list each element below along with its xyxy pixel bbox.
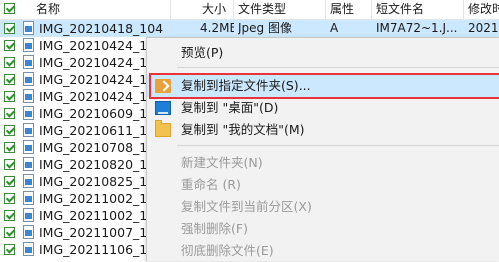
menu-item-force-delete[interactable]: 强制删除(F): [147, 218, 499, 240]
row-checkbox[interactable]: [4, 159, 15, 170]
column-name[interactable]: 名称: [36, 0, 196, 19]
context-menu: 预览(P) 复制到指定文件夹(S)... 复制到 "桌面"(D) 复制到 "我的…: [146, 37, 499, 261]
row-checkbox[interactable]: [4, 108, 15, 119]
menu-item-permanent-delete[interactable]: 彻底删除文件(E): [147, 240, 499, 262]
image-file-icon: [23, 38, 34, 52]
row-checkbox[interactable]: [4, 74, 15, 85]
menu-item-copy-to-documents[interactable]: 复制到 "我的文档"(M): [147, 119, 499, 141]
file-row[interactable]: IMG_20210418_104... 4.2MB Jpeg 图像 A IM7A…: [0, 20, 499, 37]
image-file-icon: [23, 174, 34, 188]
row-checkbox[interactable]: [4, 244, 15, 255]
column-size[interactable]: 大小: [202, 0, 232, 19]
menu-item-label: 彻底删除文件(E): [181, 243, 274, 258]
image-file-icon: [23, 225, 34, 239]
menu-item-label: 复制文件到当前分区(X): [181, 199, 312, 214]
file-attr: A: [330, 21, 339, 35]
menu-item-label: 复制到 "我的文档"(M): [181, 122, 305, 137]
row-checkbox[interactable]: [4, 193, 15, 204]
column-divider[interactable]: [463, 0, 464, 19]
file-modified: 2021: [468, 21, 499, 35]
row-checkbox[interactable]: [4, 142, 15, 153]
image-file-icon: [23, 208, 34, 222]
menu-separator: [177, 145, 499, 146]
column-modified[interactable]: 修改时: [468, 0, 499, 19]
column-type[interactable]: 文件类型: [238, 0, 324, 19]
menu-item-label: 复制到 "桌面"(D): [181, 100, 279, 115]
image-file-icon: [23, 21, 34, 35]
folder-icon: [155, 120, 171, 137]
image-file-icon: [23, 123, 34, 137]
column-divider[interactable]: [371, 0, 372, 19]
image-file-icon: [23, 55, 34, 69]
file-short-name: IM7A72~1.J...: [376, 21, 458, 35]
file-size: 4.2MB: [200, 21, 234, 35]
menu-item-preview[interactable]: 预览(P): [147, 42, 499, 64]
menu-item-label: 强制删除(F): [181, 221, 248, 236]
row-checkbox[interactable]: [4, 91, 15, 102]
image-file-icon: [23, 191, 34, 205]
menu-item-copy-to-partition[interactable]: 复制文件到当前分区(X): [147, 196, 499, 218]
file-name: IMG_20210418_104...: [39, 21, 164, 36]
menu-item-copy-to-desktop[interactable]: 复制到 "桌面"(D): [147, 97, 499, 119]
menu-item-label: 新建文件夹(N): [181, 155, 263, 170]
column-divider[interactable]: [325, 0, 326, 19]
row-checkbox[interactable]: [4, 210, 15, 221]
image-file-icon: [23, 242, 34, 256]
file-type: Jpeg 图像: [238, 21, 292, 35]
image-file-icon: [23, 72, 34, 86]
select-all-checkbox[interactable]: [4, 3, 15, 14]
menu-item-label: 预览(P): [181, 45, 224, 60]
image-file-icon: [23, 157, 34, 171]
row-checkbox[interactable]: [4, 227, 15, 238]
highlight-annotation-box: [149, 73, 499, 99]
row-checkbox[interactable]: [4, 125, 15, 136]
menu-item-label: 重命名 (R): [181, 177, 241, 192]
column-divider[interactable]: [170, 0, 171, 19]
row-checkbox[interactable]: [4, 23, 15, 34]
desktop-icon: [155, 101, 171, 115]
row-checkbox[interactable]: [4, 57, 15, 68]
row-checkbox[interactable]: [4, 40, 15, 51]
menu-item-rename[interactable]: 重命名 (R): [147, 174, 499, 196]
column-short-name[interactable]: 短文件名: [376, 0, 462, 19]
column-attr[interactable]: 属性: [330, 0, 370, 19]
image-file-icon: [23, 106, 34, 120]
menu-item-new-folder[interactable]: 新建文件夹(N): [147, 152, 499, 174]
column-header: 名称 大小 文件类型 属性 短文件名 修改时: [0, 0, 499, 20]
column-divider[interactable]: [233, 0, 234, 19]
image-file-icon: [23, 140, 34, 154]
menu-separator: [177, 67, 499, 68]
row-checkbox[interactable]: [4, 176, 15, 187]
image-file-icon: [23, 89, 34, 103]
